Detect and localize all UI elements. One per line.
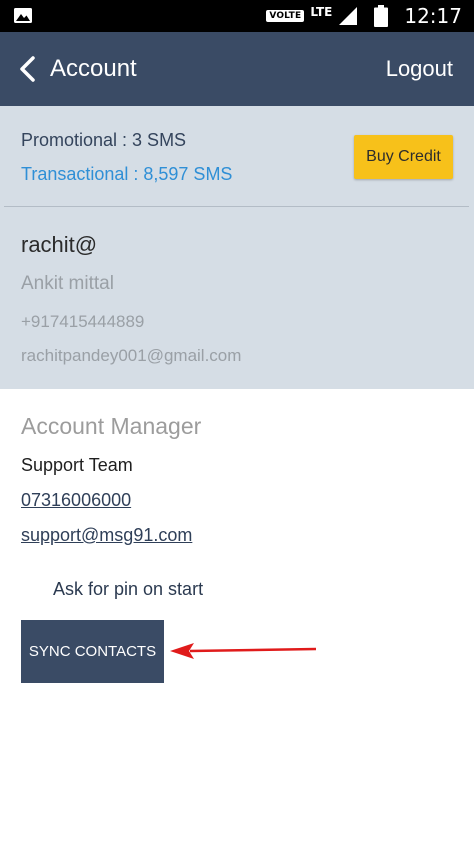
username: rachit@	[21, 232, 98, 257]
logout-button[interactable]: Logout	[386, 54, 453, 84]
red-annotation-arrow-icon	[170, 643, 317, 659]
account-manager-heading: Account Manager	[21, 413, 202, 439]
volte-badge: VOLTE	[266, 10, 305, 22]
image-notification-icon	[14, 8, 32, 23]
network-type: LTE	[310, 5, 333, 19]
signal-icon	[339, 7, 358, 25]
status-icons: VOLTE LTE 12:17	[266, 0, 462, 32]
account-manager-phone-link[interactable]: 07316006000	[21, 490, 131, 511]
page-title: Account	[50, 55, 137, 82]
battery-icon	[374, 5, 389, 27]
sync-contacts-button[interactable]: SYNC CONTACTS	[21, 620, 164, 683]
clock: 12:17	[404, 4, 462, 28]
buy-credit-button[interactable]: Buy Credit	[354, 135, 453, 179]
user-full-name: Ankit mittal	[21, 273, 114, 294]
account-manager-email-link[interactable]: support@msg91.com	[21, 525, 192, 546]
app-bar: Account Logout	[0, 32, 474, 106]
account-summary-panel: Promotional : 3 SMS Transactional : 8,59…	[0, 106, 474, 389]
account-manager-name: Support Team	[21, 455, 133, 475]
status-bar: VOLTE LTE 12:17	[0, 0, 474, 32]
ask-pin-on-start-option[interactable]: Ask for pin on start	[53, 579, 203, 600]
divider	[4, 206, 469, 207]
user-phone: +917415444889	[21, 312, 145, 331]
user-email: rachitpandey001@gmail.com	[21, 346, 242, 365]
transactional-credits: Transactional : 8,597 SMS	[21, 164, 233, 184]
back-arrow-icon[interactable]	[16, 54, 40, 84]
promotional-credits: Promotional : 3 SMS	[21, 130, 187, 150]
